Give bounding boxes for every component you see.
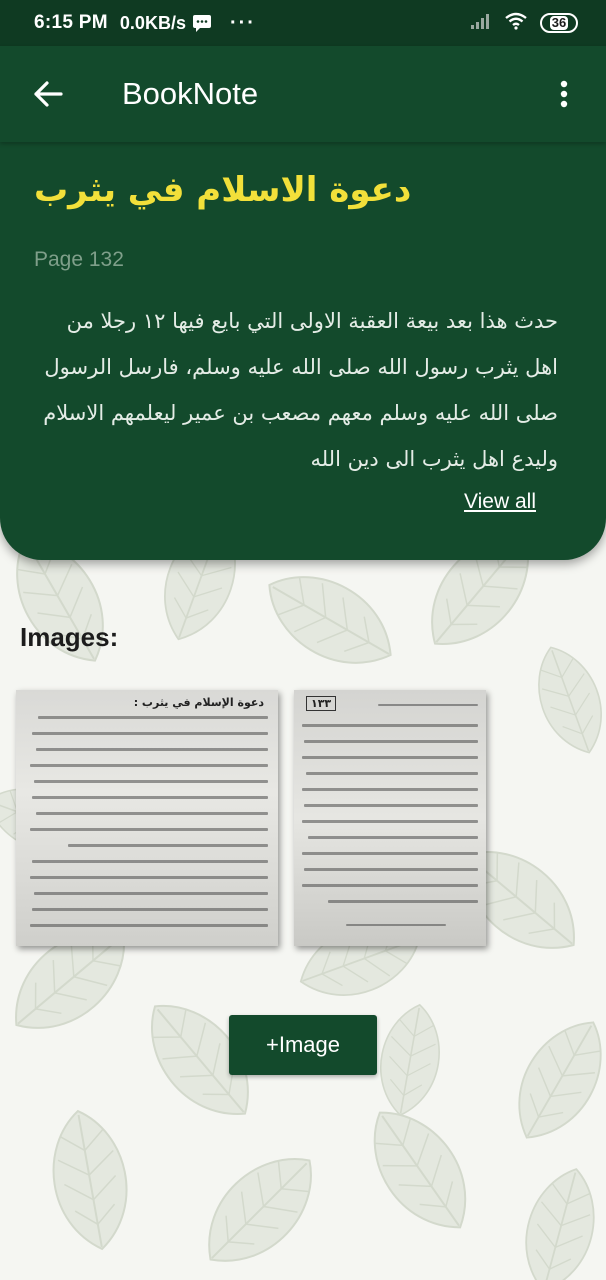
wifi-icon [504,12,528,35]
app-bar: BookNote [0,46,606,142]
images-section-label: Images: [20,622,119,652]
status-time: 6:15 PM [34,12,108,33]
note-title: دعوة الاسلام في يثرب [34,170,412,210]
app-title: BookNote [122,76,259,111]
message-icon [192,14,212,32]
arrow-left-icon [34,81,63,107]
battery-level: 36 [549,15,569,30]
status-bar: 6:15 PM 0.0KB/s ··· 36 [0,0,606,46]
image-thumbnail[interactable]: ١٣٣ [294,690,486,946]
image-thumbnail[interactable]: دعوة الإسلام في يثرب : [16,690,278,946]
overflow-menu-button[interactable] [544,64,584,124]
more-notifications-icon: ··· [229,11,256,34]
signal-icon [470,12,492,35]
view-all-link[interactable]: View all [464,490,536,514]
more-vertical-icon [560,80,568,108]
page-number: Page 132 [34,248,124,271]
thumbnail-page-number: ١٣٣ [306,696,337,711]
add-image-button[interactable]: +Image [229,1015,377,1075]
back-button[interactable] [18,64,78,124]
thumbnail-heading: دعوة الإسلام في يثرب : [133,696,264,709]
note-body: حدث هذا بعد بيعة العقبة الاولى التي بايع… [43,309,558,471]
note-card: دعوة الاسلام في يثرب Page 132 حدث هذا بع… [0,140,606,560]
network-speed: 0.0KB/s [119,12,186,33]
battery-icon: 36 [540,13,578,33]
